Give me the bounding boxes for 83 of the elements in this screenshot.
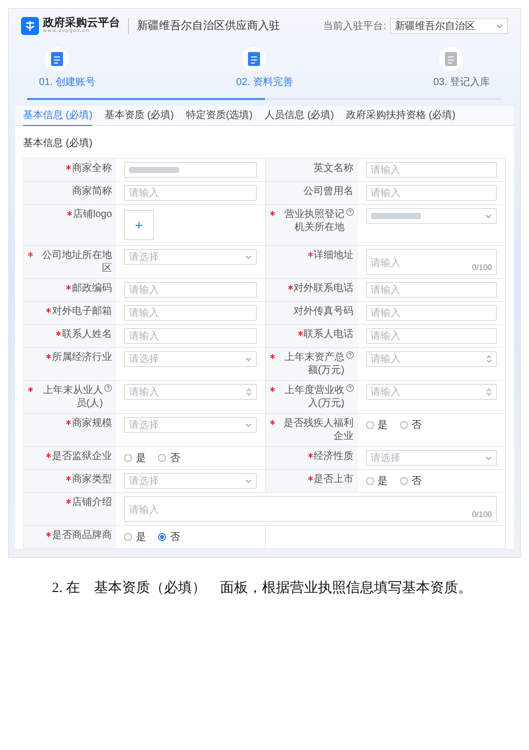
field-label: 对外传真号码 bbox=[294, 305, 354, 318]
character-counter: 0/100 bbox=[472, 509, 492, 521]
platform-select[interactable]: 新疆维吾尔自治区 bbox=[390, 18, 508, 34]
field-label: 详细地址 bbox=[314, 249, 354, 262]
form-tab[interactable]: 基本资质 (必填) bbox=[104, 106, 174, 126]
select-field[interactable] bbox=[366, 208, 497, 224]
radio-option[interactable]: 否 bbox=[400, 474, 422, 488]
character-counter: 0/100 bbox=[472, 262, 492, 274]
platform-label: 当前入驻平台: bbox=[323, 20, 386, 34]
field-label: 经济性质 bbox=[314, 450, 354, 463]
radio-option[interactable]: 否 bbox=[158, 450, 180, 466]
radio-option[interactable]: 否 bbox=[158, 530, 180, 544]
input-field[interactable]: 请输入 bbox=[366, 328, 497, 344]
input-field[interactable] bbox=[124, 162, 256, 178]
form-tab[interactable]: 人员信息 (必填) bbox=[264, 106, 334, 126]
chevron-down-icon bbox=[485, 456, 492, 460]
select-field[interactable]: 请选择 bbox=[366, 450, 497, 466]
chevron-down-icon bbox=[244, 422, 252, 428]
field-label: 所属经济行业 bbox=[52, 351, 112, 364]
radio-option[interactable]: 是 bbox=[366, 418, 388, 432]
radio-option[interactable]: 是 bbox=[124, 530, 146, 544]
section-title: 基本信息 (必填) bbox=[23, 138, 92, 149]
field-label: 联系人电话 bbox=[304, 328, 354, 341]
select-field[interactable]: 请选择 bbox=[124, 249, 256, 265]
form-tab[interactable]: 基本信息 (必填) bbox=[23, 106, 92, 126]
input-field[interactable]: 请输入 bbox=[366, 162, 497, 178]
stepper-arrows-icon bbox=[486, 354, 492, 364]
input-field[interactable]: 请输入 bbox=[124, 185, 256, 201]
field-label: 是否上市 bbox=[314, 473, 354, 486]
chevron-down-icon bbox=[496, 24, 503, 28]
input-field[interactable]: 请输入 bbox=[366, 185, 497, 201]
select-field[interactable]: 请选择 bbox=[124, 417, 256, 433]
step-label: 01. 创建账号 bbox=[39, 76, 96, 90]
field-label: 联系人姓名 bbox=[62, 328, 112, 341]
chevron-down-icon bbox=[485, 214, 492, 218]
field-label: 营业执照登记机关所在地 bbox=[284, 208, 344, 234]
form-tab[interactable]: 特定资质(选填) bbox=[186, 106, 253, 126]
logo-icon bbox=[21, 17, 39, 35]
field-label: 公司曾用名 bbox=[304, 185, 354, 198]
input-field[interactable]: 请输入 bbox=[124, 305, 256, 321]
select-field[interactable]: 请选择 bbox=[124, 351, 256, 367]
input-field[interactable]: 请输入 bbox=[124, 282, 256, 298]
text-area[interactable]: 请输入 0/100 bbox=[366, 249, 497, 275]
radio-option[interactable]: 否 bbox=[400, 418, 422, 432]
chevron-down-icon bbox=[244, 254, 252, 260]
form-tab[interactable]: 政府采购扶持资格 (必填) bbox=[346, 106, 456, 126]
radio-option[interactable]: 是 bbox=[124, 450, 146, 466]
step-label: 02. 资料完善 bbox=[236, 76, 293, 90]
stepper-arrows-icon bbox=[246, 387, 252, 397]
field-label: 店铺介绍 bbox=[72, 496, 112, 509]
logo-title: 政府采购云平台 bbox=[43, 18, 120, 29]
field-label: 是否商品牌商 bbox=[52, 529, 112, 542]
field-label: 对外电子邮箱 bbox=[52, 305, 112, 318]
stepper-arrows-icon bbox=[486, 387, 492, 397]
upload-button[interactable]: + bbox=[124, 210, 154, 240]
step-label: 03. 登记入库 bbox=[433, 76, 490, 90]
field-label: 商家规模 bbox=[72, 417, 112, 430]
input-field[interactable]: 请输入 bbox=[366, 351, 497, 367]
field-label: 上年末资产总额(万元) bbox=[284, 351, 344, 377]
field-label: 商家简称 bbox=[72, 185, 112, 198]
field-label: 对外联系电话 bbox=[294, 282, 354, 295]
page-title: 新疆维吾尔自治区供应商入驻 bbox=[128, 18, 280, 34]
field-label: 商家类型 bbox=[72, 473, 112, 486]
field-label: 店铺logo bbox=[73, 208, 112, 221]
field-label: 上年末从业人员(人) bbox=[42, 384, 103, 410]
instruction-paragraph: 2. 在 基本资质（必填） 面板，根据营业执照信息填写基本资质。 bbox=[51, 580, 473, 598]
field-label: 公司地址所在地区 bbox=[41, 249, 112, 275]
chevron-down-icon bbox=[244, 478, 252, 484]
field-label: 是否残疾人福利企业 bbox=[282, 417, 354, 443]
input-field[interactable]: 请输入 bbox=[366, 282, 497, 298]
text-area[interactable]: 请输入 0/100 bbox=[124, 496, 497, 522]
field-label: 邮政编码 bbox=[72, 282, 112, 295]
radio-option[interactable]: 是 bbox=[366, 474, 388, 488]
field-label: 上年度营业收入(万元) bbox=[284, 384, 344, 410]
field-label: 英文名称 bbox=[314, 162, 354, 175]
input-field[interactable]: 请输入 bbox=[124, 328, 256, 344]
input-field[interactable]: 请输入 bbox=[366, 384, 497, 400]
chevron-down-icon bbox=[244, 356, 252, 362]
field-label: 商家全称 bbox=[72, 162, 112, 175]
input-field[interactable]: 请输入 bbox=[124, 384, 256, 400]
input-field[interactable]: 请输入 bbox=[366, 305, 497, 321]
field-label: 是否监狱企业 bbox=[52, 450, 112, 463]
select-field[interactable]: 请选择 bbox=[124, 473, 256, 489]
